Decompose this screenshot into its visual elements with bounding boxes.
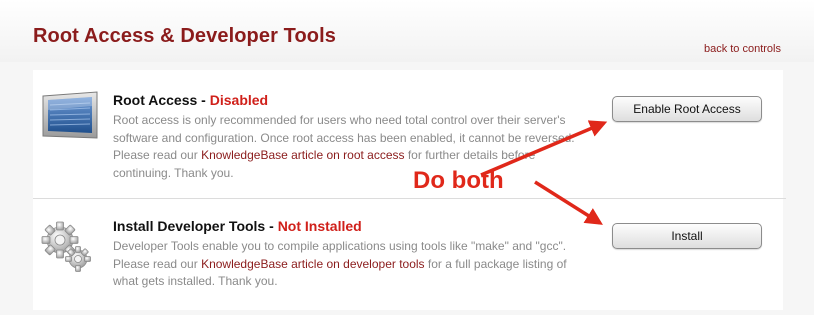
annotation-arrows — [480, 120, 608, 225]
do-both-annotation: Do both — [413, 167, 504, 194]
arrow-to-install — [534, 180, 603, 225]
